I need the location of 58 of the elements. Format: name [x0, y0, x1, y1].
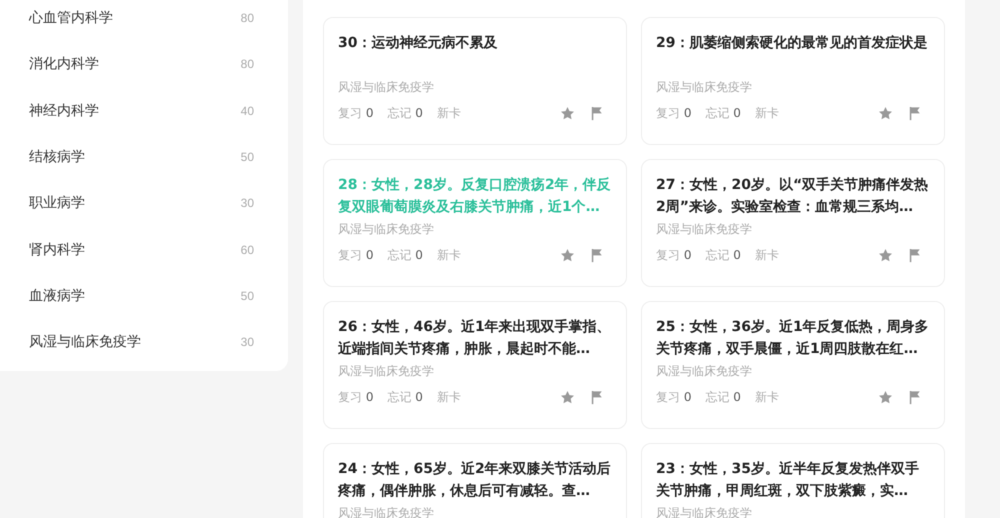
- question-title: 28：女性，28岁。反复口腔溃疡2年，伴反复双眼葡萄膜炎及右膝关节肿痛，近1个…: [338, 176, 612, 217]
- category-label: 风湿与临床免疫学: [338, 363, 434, 380]
- category-label: 风湿与临床免疫学: [656, 79, 752, 96]
- stat-text: 忘记 0: [705, 388, 741, 406]
- category-label: 风湿与临床免疫学: [338, 221, 434, 238]
- stat-text: 复习 0: [338, 104, 374, 122]
- flag-icon[interactable]: [589, 248, 604, 262]
- category-item[interactable]: 风湿与临床免疫学 30: [0, 319, 288, 366]
- stat-text: 忘记 0: [705, 246, 741, 264]
- category-item[interactable]: 肾内科学 60: [0, 226, 288, 273]
- star-icon[interactable]: [560, 106, 575, 120]
- status-text: 新卡: [754, 104, 779, 122]
- star-icon[interactable]: [878, 106, 893, 120]
- status-text: 新卡: [436, 388, 461, 406]
- star-icon[interactable]: [560, 248, 575, 262]
- category-item[interactable]: 职业病学 30: [0, 180, 288, 226]
- category-item[interactable]: 心血管内科学 80: [0, 0, 288, 42]
- flag-icon[interactable]: [589, 390, 604, 404]
- category-item[interactable]: 消化内科学 80: [0, 41, 288, 88]
- category-item[interactable]: 结核病学 50: [0, 134, 288, 180]
- category-label: 风湿与临床免疫学: [656, 363, 752, 380]
- question-card[interactable]: 25：女性，36岁。近1年反复低热，周身多关节疼痛，双手晨僵，近1周四肢散在红… 风湿与临床免疫学 复习 0 忘记 0 新卡: [641, 301, 945, 429]
- status-text: 新卡: [754, 246, 779, 264]
- question-title: 26：女性，46岁。近1年来出现双手掌指、近端指间关节疼痛，肿胀，晨起时不能…: [338, 318, 612, 359]
- question-card[interactable]: 28：女性，28岁。反复口腔溃疡2年，伴反复双眼葡萄膜炎及右膝关节肿痛，近1个… 风湿与临床免疫学 复习 0 忘记 0 新卡: [323, 159, 627, 287]
- question-card[interactable]: 27：女性，20岁。以“双手关节肿痛伴发热2周”来诊。实验室检查：血常规三系均… 风湿与临床免疫学 复习 0 忘记 0 新卡: [641, 159, 945, 287]
- question-title: 25：女性，36岁。近1年反复低热，周身多关节疼痛，双手晨僵，近1周四肢散在红…: [656, 318, 930, 359]
- question-title: 29：肌萎缩侧索硬化的最常见的首发症状是: [656, 34, 928, 53]
- star-icon[interactable]: [878, 390, 893, 404]
- star-icon[interactable]: [878, 248, 893, 262]
- stat-text: 复习 0: [338, 246, 374, 264]
- status-text: 新卡: [754, 388, 779, 406]
- stat-text: 复习 0: [656, 246, 692, 264]
- category-item[interactable]: 神经内科学 40: [0, 88, 288, 134]
- stat-text: 复习 0: [656, 104, 692, 122]
- category-label: 风湿与临床免疫学: [338, 79, 434, 96]
- status-text: 新卡: [436, 104, 461, 122]
- question-card[interactable]: 29：肌萎缩侧索硬化的最常见的首发症状是 风湿与临床免疫学 复习 0 忘记 0 新卡: [641, 17, 945, 145]
- flag-icon[interactable]: [907, 248, 922, 262]
- category-label: 风湿与临床免疫学: [656, 221, 752, 238]
- question-title: 27：女性，20岁。以“双手关节肿痛伴发热2周”来诊。实验室检查：血常规三系均…: [656, 176, 930, 217]
- flag-icon[interactable]: [589, 106, 604, 120]
- flag-icon[interactable]: [907, 390, 922, 404]
- question-card[interactable]: 30：运动神经元病不累及 风湿与临床免疫学 复习 0 忘记 0 新卡: [323, 17, 627, 145]
- stat-text: 忘记 0: [705, 104, 741, 122]
- stat-text: 忘记 0: [387, 246, 423, 264]
- flag-icon[interactable]: [907, 106, 922, 120]
- star-icon[interactable]: [560, 390, 575, 404]
- category-item[interactable]: 血液病学 50: [0, 272, 288, 320]
- stat-text: 复习 0: [338, 388, 374, 406]
- question-card[interactable]: 26：女性，46岁。近1年来出现双手掌指、近端指间关节疼痛，肿胀，晨起时不能… 风湿与临床免疫学 复习 0 忘记 0 新卡: [323, 301, 627, 429]
- stat-text: 忘记 0: [387, 104, 423, 122]
- stat-text: 忘记 0: [387, 388, 423, 406]
- status-text: 新卡: [436, 246, 461, 264]
- question-title: 23：女性，35岁。近半年反复发热伴双手关节肿痛，甲周红斑，双下肢紫癜，实…: [656, 460, 920, 501]
- stat-text: 复习 0: [656, 388, 692, 406]
- question-title: 30：运动神经元病不累及: [338, 34, 498, 53]
- question-title: 24：女性，65岁。近2年来双膝关节活动后疼痛，偶伴肿胀，休息后可有减轻。查…: [338, 460, 612, 501]
